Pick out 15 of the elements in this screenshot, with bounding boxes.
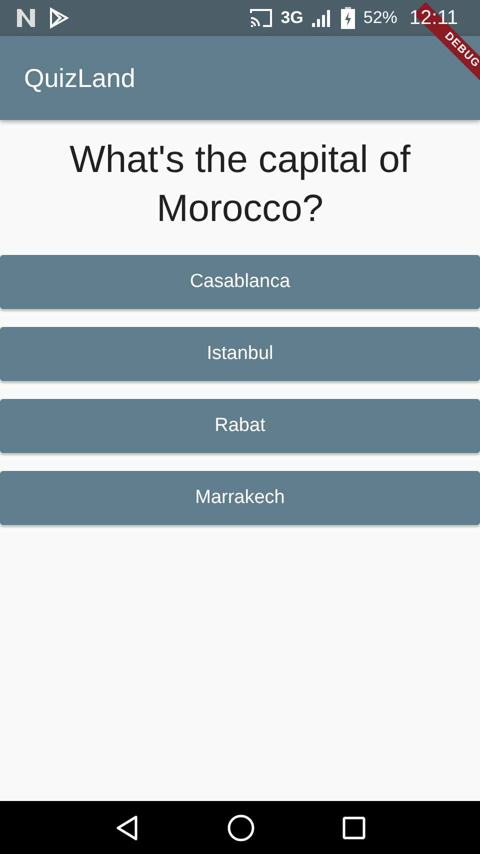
- question-text: What's the capital of Morocco?: [68, 138, 412, 232]
- home-icon[interactable]: [226, 814, 255, 842]
- cast-icon: [248, 8, 273, 28]
- battery-icon: [341, 7, 356, 29]
- answer-button[interactable]: Istanbul: [0, 326, 480, 381]
- recents-icon[interactable]: [342, 816, 366, 840]
- network-type: 3G: [280, 7, 304, 30]
- app-title: QuizLand: [24, 62, 136, 94]
- play-store-icon: [48, 7, 70, 29]
- battery-percent: 52%: [363, 7, 398, 30]
- answer-button[interactable]: Marrakech: [0, 470, 480, 525]
- clock: 12:11: [409, 6, 458, 31]
- back-icon[interactable]: [114, 814, 140, 840]
- answer-button[interactable]: Rabat: [0, 398, 480, 453]
- answer-button[interactable]: Casablanca: [0, 254, 480, 309]
